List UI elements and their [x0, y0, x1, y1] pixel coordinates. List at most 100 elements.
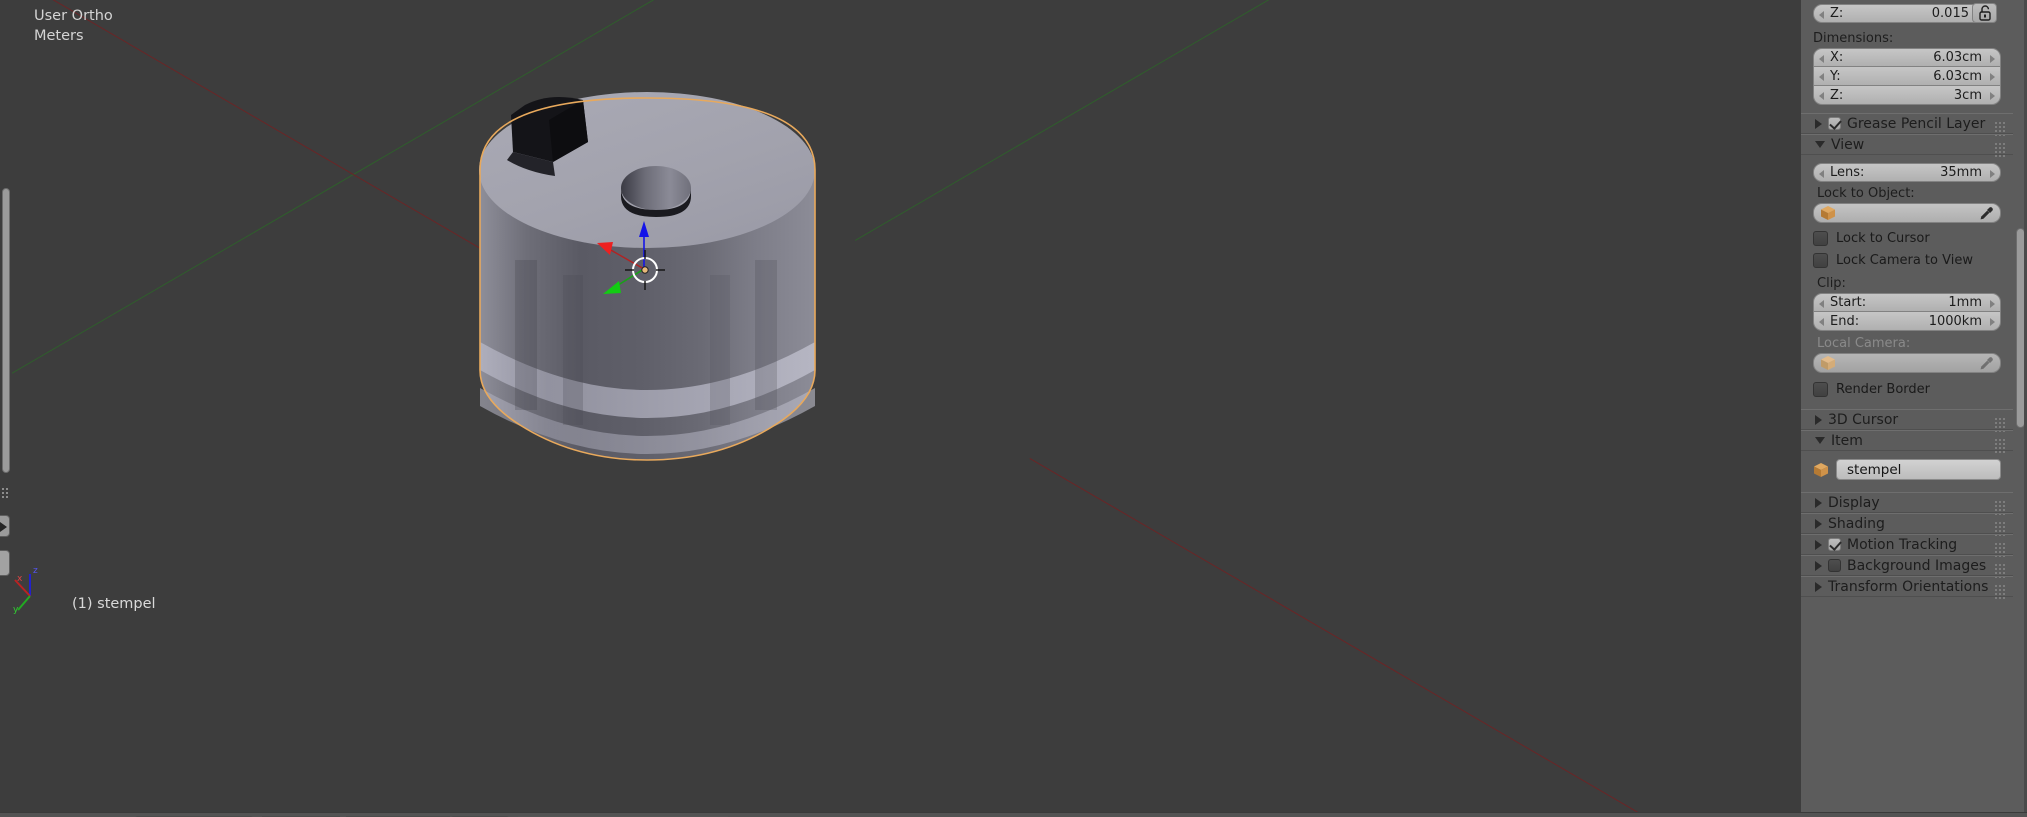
- eyedropper-icon[interactable]: [1979, 206, 1994, 221]
- decrement-arrow-icon[interactable]: [1819, 55, 1824, 63]
- lock-to-cursor-checkbox[interactable]: [1813, 231, 1828, 246]
- left-tab-button[interactable]: [0, 550, 10, 576]
- viewport-header-bar[interactable]: Add Object Object Mode Global: [0, 812, 2027, 817]
- drag-grip-icon[interactable]: [1994, 142, 2007, 157]
- chevron-right-icon: [1815, 518, 1822, 529]
- panel-header-transform-orientations[interactable]: Transform Orientations: [1801, 576, 2013, 599]
- lock-to-cursor-label: Lock to Cursor: [1836, 231, 1930, 246]
- object-name-input[interactable]: stempel: [1836, 459, 2001, 480]
- object-name-value: stempel: [1847, 461, 1902, 478]
- chevron-right-icon: [1815, 539, 1822, 550]
- object-cube-icon: [1821, 356, 1835, 370]
- drag-grip-icon[interactable]: [1994, 500, 2007, 515]
- grease-pencil-checkbox[interactable]: [1828, 117, 1841, 130]
- panel-header-motion-tracking[interactable]: Motion Tracking: [1801, 534, 2013, 557]
- background-images-checkbox[interactable]: [1828, 559, 1841, 572]
- lock-camera-to-view-label: Lock Camera to View: [1836, 253, 1973, 268]
- decrement-arrow-icon[interactable]: [1819, 170, 1824, 178]
- drag-grip-icon[interactable]: [1994, 417, 2007, 432]
- chevron-right-icon: [1815, 560, 1822, 571]
- z-axis-arrow: [639, 221, 649, 237]
- render-border-label: Render Border: [1836, 382, 1930, 397]
- drag-grip-icon[interactable]: [1994, 563, 2007, 578]
- panel-header-grease-pencil-layer[interactable]: Grease Pencil Layer: [1801, 113, 2013, 136]
- panel-header-item[interactable]: Item: [1801, 430, 2013, 453]
- panel-header-display[interactable]: Display: [1801, 492, 2013, 515]
- 3d-viewport[interactable]: User Ortho Meters (1) stempel z x y: [0, 0, 1801, 812]
- increment-arrow-icon[interactable]: [1990, 318, 1995, 326]
- decrement-arrow-icon[interactable]: [1819, 300, 1824, 308]
- dimension-y-field[interactable]: Y: 6.03cm: [1813, 67, 2001, 86]
- increment-arrow-icon[interactable]: [1990, 300, 1995, 308]
- transform-orientations-label: Transform Orientations: [1828, 578, 1989, 595]
- dimension-x-field[interactable]: X: 6.03cm: [1813, 48, 2001, 67]
- background-images-label: Background Images: [1847, 557, 1987, 574]
- clip-start-field[interactable]: Start: 1mm: [1813, 293, 2001, 312]
- chevron-right-icon: [1815, 497, 1822, 508]
- panel-header-3d-cursor[interactable]: 3D Cursor: [1801, 409, 2013, 432]
- decrement-arrow-icon[interactable]: [1819, 11, 1824, 19]
- expand-toolshelf-arrow-icon[interactable]: [0, 515, 10, 537]
- dimensions-title: Dimensions:: [1813, 31, 1894, 46]
- increment-arrow-icon[interactable]: [1990, 73, 1995, 81]
- lock-camera-to-view-checkbox[interactable]: [1813, 253, 1828, 268]
- 3d-cursor: [625, 250, 665, 290]
- chevron-down-icon: [1815, 437, 1825, 444]
- drag-grip-icon[interactable]: [1994, 584, 2007, 599]
- left-grip-handle[interactable]: [1, 487, 10, 498]
- viewport-info: User Ortho Meters: [34, 7, 113, 46]
- chevron-right-icon: [1815, 581, 1822, 592]
- transform-z-location-field[interactable]: Z: 0.015: [1813, 4, 1988, 23]
- chevron-right-icon: [1815, 118, 1822, 129]
- local-camera-field[interactable]: [1813, 353, 2001, 373]
- drag-grip-icon[interactable]: [1994, 521, 2007, 536]
- render-border-row[interactable]: Render Border: [1813, 380, 2001, 399]
- svg-text:z: z: [33, 566, 38, 576]
- svg-text:x: x: [17, 574, 23, 584]
- mini-axis-gizmo: z x y: [8, 560, 68, 620]
- chevron-down-icon: [1815, 141, 1825, 148]
- y-axis-line: [855, 0, 1801, 241]
- local-camera-label: Local Camera:: [1817, 336, 1911, 351]
- decrement-arrow-icon[interactable]: [1819, 318, 1824, 326]
- unlocked-padlock-icon: [1979, 5, 1991, 21]
- clip-title: Clip:: [1817, 276, 1846, 291]
- lock-scale-button[interactable]: [1972, 3, 1997, 23]
- drag-grip-icon[interactable]: [1994, 438, 2007, 453]
- lock-to-object-label: Lock to Object:: [1817, 186, 1915, 201]
- left-scrollbar[interactable]: [2, 188, 10, 473]
- lock-camera-to-view-row[interactable]: Lock Camera to View: [1813, 251, 2001, 270]
- dimension-z-field[interactable]: Z: 3cm: [1813, 86, 2001, 105]
- chevron-right-icon: [1815, 414, 1822, 425]
- view-name-label: User Ortho: [34, 8, 113, 24]
- svg-text:y: y: [13, 605, 19, 615]
- shading-label: Shading: [1828, 515, 1885, 532]
- decrement-arrow-icon[interactable]: [1819, 92, 1824, 100]
- drag-grip-icon[interactable]: [1994, 121, 2007, 136]
- increment-arrow-icon[interactable]: [1990, 170, 1995, 178]
- panel-header-background-images[interactable]: Background Images: [1801, 555, 2013, 578]
- item-name-row[interactable]: stempel: [1813, 459, 2001, 480]
- increment-arrow-icon[interactable]: [1990, 55, 1995, 63]
- lock-to-cursor-row[interactable]: Lock to Cursor: [1813, 229, 2001, 248]
- motion-tracking-label: Motion Tracking: [1847, 536, 1958, 553]
- units-label: Meters: [34, 27, 84, 44]
- panel-header-shading[interactable]: Shading: [1801, 513, 2013, 536]
- dimension-y-label: Y:: [1830, 68, 1841, 84]
- motion-tracking-checkbox[interactable]: [1828, 538, 1841, 551]
- display-label: Display: [1828, 494, 1880, 511]
- y-axis-arrow: [603, 281, 621, 294]
- increment-arrow-icon[interactable]: [1990, 92, 1995, 100]
- panel-header-view[interactable]: View: [1801, 134, 2013, 157]
- eyedropper-icon[interactable]: [1979, 356, 1994, 371]
- item-label: Item: [1831, 432, 1863, 449]
- render-border-checkbox[interactable]: [1813, 382, 1828, 397]
- lock-to-object-field[interactable]: [1813, 203, 2001, 223]
- view-panel-label: View: [1831, 136, 1865, 153]
- blender-window: User Ortho Meters (1) stempel z x y Z: 0…: [0, 0, 2027, 817]
- properties-n-panel[interactable]: Z: 0.015 Dimensions: X: 6.03cm Y: 6.03cm…: [1801, 0, 2027, 812]
- decrement-arrow-icon[interactable]: [1819, 73, 1824, 81]
- drag-grip-icon[interactable]: [1994, 542, 2007, 557]
- lens-field[interactable]: Lens: 35mm: [1813, 163, 2001, 182]
- clip-end-field[interactable]: End: 1000km: [1813, 312, 2001, 331]
